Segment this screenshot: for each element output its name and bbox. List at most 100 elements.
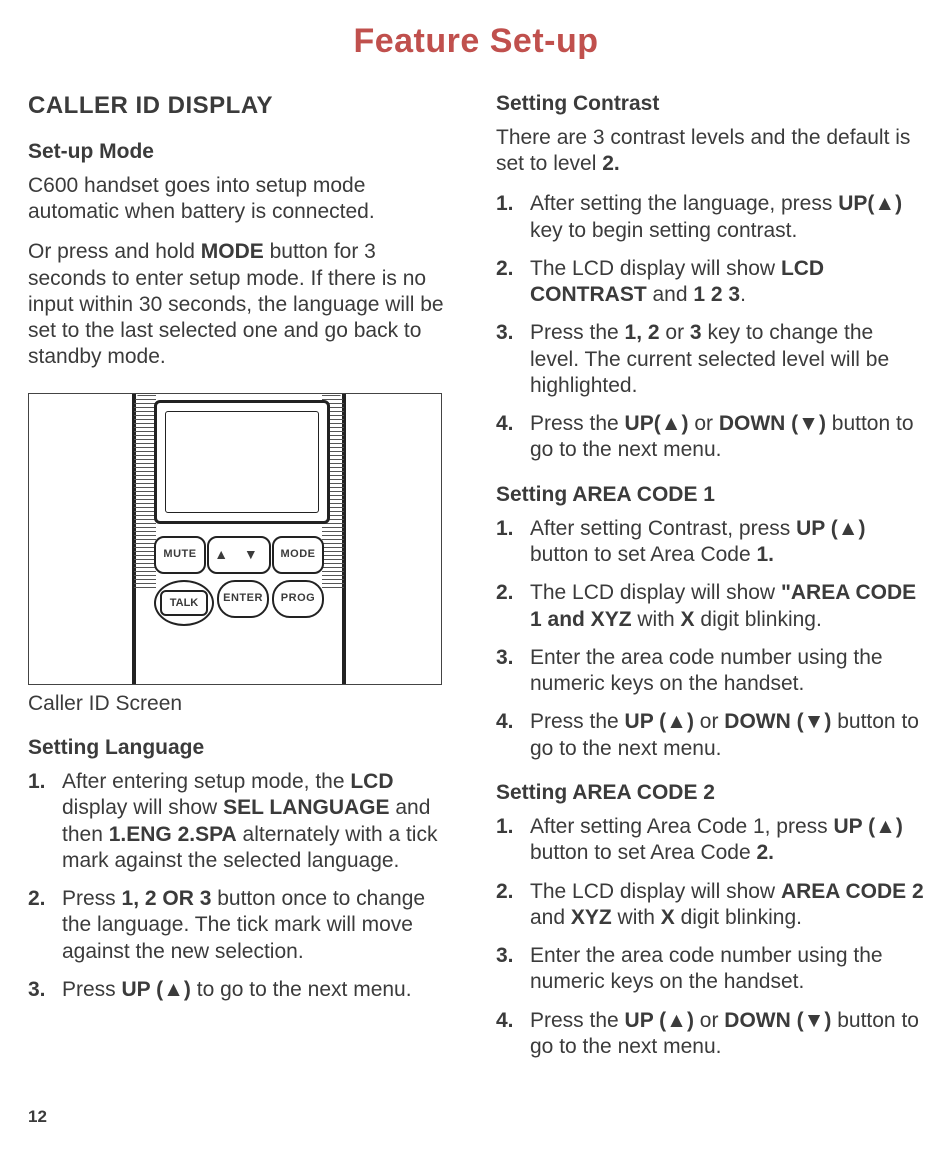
right-column: Setting Contrast There are 3 contrast le… — [496, 91, 924, 1073]
text: or — [694, 1009, 724, 1032]
setting-language-heading: Setting Language — [28, 735, 456, 761]
setup-mode-p1: C600 handset goes into setup mode automa… — [28, 173, 456, 226]
text: UP (▲) — [625, 710, 694, 733]
text: 1 2 3 — [693, 283, 740, 306]
text: DOWN (▼) — [719, 412, 826, 435]
text: UP (▲) — [834, 815, 903, 838]
text: There are 3 contrast levels and the defa… — [496, 126, 910, 175]
text: 1.ENG 2.SPA — [109, 823, 237, 846]
text: UP(▲) — [838, 192, 902, 215]
text: 2. — [757, 841, 775, 864]
text: and — [530, 906, 571, 929]
text: AREA CODE 2 — [781, 880, 924, 903]
page-title: Feature Set-up — [28, 20, 924, 63]
text: to go to the next menu. — [191, 978, 412, 1001]
text: UP (▲) — [796, 517, 865, 540]
text: The LCD display will show — [530, 257, 781, 280]
left-column: CALLER ID DISPLAY Set-up Mode C600 hands… — [28, 91, 456, 1073]
area-code-2-heading: Setting AREA CODE 2 — [496, 780, 924, 806]
setting-contrast-list: 1. After setting the language, press UP(… — [496, 191, 924, 463]
text: LCD — [350, 770, 393, 793]
text: or — [689, 412, 719, 435]
text: UP(▲) — [625, 412, 689, 435]
text: . — [740, 283, 746, 306]
text: After setting the language, press — [530, 192, 838, 215]
enter-button-icon: ENTER — [217, 580, 269, 618]
page-number: 12 — [28, 1106, 924, 1127]
contrast-intro: There are 3 contrast levels and the defa… — [496, 125, 924, 178]
mode-button-ref: MODE — [201, 240, 264, 263]
text: XYZ — [571, 906, 612, 929]
list-item: 2. The LCD display will show AREA CODE 2… — [496, 879, 924, 932]
text: button to set Area Code — [530, 543, 757, 566]
list-item: 3. Press UP (▲) to go to the next menu. — [28, 977, 456, 1003]
list-item: 3. Press the 1, 2 or 3 key to change the… — [496, 320, 924, 399]
text: Enter the area code number using the num… — [530, 944, 883, 993]
area-code-2-list: 1. After setting Area Code 1, press UP (… — [496, 814, 924, 1060]
illustration-caption: Caller ID Screen — [28, 691, 456, 717]
text: and — [647, 283, 694, 306]
setting-contrast-heading: Setting Contrast — [496, 91, 924, 117]
text: or — [660, 321, 690, 344]
text: Press the — [530, 321, 625, 344]
area-code-1-list: 1. After setting Contrast, press UP (▲) … — [496, 516, 924, 762]
text: 2. — [602, 152, 620, 175]
text: key to begin setting contrast. — [530, 219, 797, 242]
text: SEL LANGUAGE — [223, 796, 389, 819]
two-column-layout: CALLER ID DISPLAY Set-up Mode C600 hands… — [28, 91, 924, 1073]
text: UP (▲) — [625, 1009, 694, 1032]
list-item: 1. After entering setup mode, the LCD di… — [28, 769, 456, 874]
text: button to set Area Code — [530, 841, 757, 864]
text: The LCD display will show — [530, 880, 781, 903]
text: X — [661, 906, 675, 929]
up-down-button-icon: ▲ ▼ — [207, 536, 271, 574]
text: After entering setup mode, the — [62, 770, 350, 793]
list-item: 1. After setting Area Code 1, press UP (… — [496, 814, 924, 867]
talk-button-icon: TALK — [154, 580, 214, 626]
list-item: 4. Press the UP(▲) or DOWN (▼) button to… — [496, 411, 924, 464]
text: After setting Contrast, press — [530, 517, 796, 540]
handset-illustration: MUTE ▲ ▼ MODE TALK ENTER PROG — [28, 393, 442, 685]
setup-mode-heading: Set-up Mode — [28, 139, 456, 165]
caller-id-heading: CALLER ID DISPLAY — [28, 91, 456, 121]
list-item: 3. Enter the area code number using the … — [496, 645, 924, 698]
list-item: 4. Press the UP (▲) or DOWN (▼) button t… — [496, 1008, 924, 1061]
text: display will show — [62, 796, 223, 819]
text: 1, 2 OR 3 — [122, 887, 212, 910]
text: Press the — [530, 1009, 625, 1032]
setting-language-list: 1. After entering setup mode, the LCD di… — [28, 769, 456, 1003]
text: digit blinking. — [695, 608, 822, 631]
text: or — [694, 710, 724, 733]
text: 1. — [757, 543, 775, 566]
list-item: 2. The LCD display will show LCD CONTRAS… — [496, 256, 924, 309]
mute-button-icon: MUTE — [154, 536, 206, 574]
text: TALK — [160, 590, 208, 616]
list-item: 3. Enter the area code number using the … — [496, 943, 924, 996]
list-item: 2. Press 1, 2 OR 3 button once to change… — [28, 886, 456, 965]
text: Press — [62, 887, 122, 910]
text: The LCD display will show — [530, 581, 781, 604]
area-code-1-heading: Setting AREA CODE 1 — [496, 482, 924, 508]
text: Enter the area code number using the num… — [530, 646, 883, 695]
text: X — [681, 608, 695, 631]
prog-button-icon: PROG — [272, 580, 324, 618]
text: Press the — [530, 412, 625, 435]
setup-mode-p2: Or press and hold MODE button for 3 seco… — [28, 239, 456, 370]
text: with — [632, 608, 681, 631]
text: 3 — [690, 321, 702, 344]
text: After setting Area Code 1, press — [530, 815, 834, 838]
text: 1, 2 — [625, 321, 660, 344]
list-item: 1. After setting the language, press UP(… — [496, 191, 924, 244]
text: digit blinking. — [675, 906, 802, 929]
text: UP (▲) — [122, 978, 191, 1001]
list-item: 4. Press the UP (▲) or DOWN (▼) button t… — [496, 709, 924, 762]
text: Press the — [530, 710, 625, 733]
text: Press — [62, 978, 122, 1001]
text: with — [612, 906, 661, 929]
text: DOWN (▼) — [724, 1009, 831, 1032]
list-item: 1. After setting Contrast, press UP (▲) … — [496, 516, 924, 569]
text: Or press and hold — [28, 240, 201, 263]
mode-button-icon: MODE — [272, 536, 324, 574]
text: DOWN (▼) — [724, 710, 831, 733]
list-item: 2. The LCD display will show "AREA CODE … — [496, 580, 924, 633]
